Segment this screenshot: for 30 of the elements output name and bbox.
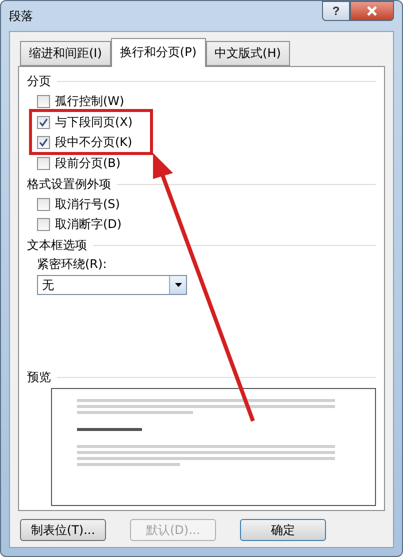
group-heading: 文本框选项 <box>27 237 87 254</box>
checkbox[interactable] <box>37 94 50 108</box>
close-icon <box>366 5 378 17</box>
help-button[interactable]: ? <box>322 1 350 21</box>
dialog-button[interactable]: 确定 <box>240 519 326 541</box>
checkbox-label: 段中不分页(K) <box>55 135 132 149</box>
checkbox[interactable] <box>37 156 50 170</box>
dialog-button[interactable]: 制表位(T)... <box>20 519 106 541</box>
caret-icon <box>174 283 182 287</box>
window-title: 段落 <box>9 8 33 24</box>
checkbox-label: 取消断字(D) <box>55 217 122 231</box>
checkbox-label: 孤行控制(W) <box>55 94 124 108</box>
checkmark-icon <box>39 118 48 126</box>
checkbox-label: 与下段同页(X) <box>55 115 133 129</box>
close-button[interactable] <box>350 1 394 21</box>
tab[interactable]: 中文版式(H) <box>206 41 290 66</box>
group-heading: 格式设置例外项 <box>27 176 111 193</box>
group-heading: 分页 <box>27 73 51 90</box>
tab[interactable]: 换行和分页(P) <box>110 38 206 67</box>
field-label: 紧密环绕(R): <box>36 256 108 273</box>
checkbox[interactable] <box>37 116 50 128</box>
checkmark-icon <box>39 138 48 146</box>
checkbox[interactable] <box>37 136 50 148</box>
dropdown[interactable]: 无 <box>37 275 187 295</box>
tab[interactable]: 缩进和间距(I) <box>20 41 111 66</box>
checkbox[interactable] <box>37 198 50 210</box>
checkbox-label: 取消行号(S) <box>55 197 120 211</box>
group-heading: 预览 <box>27 369 51 386</box>
checkbox-label: 段前分页(B) <box>55 156 121 170</box>
checkbox[interactable] <box>37 218 50 230</box>
